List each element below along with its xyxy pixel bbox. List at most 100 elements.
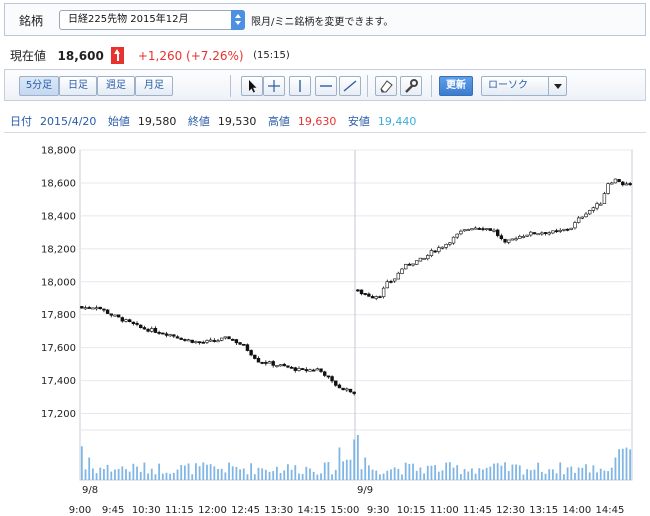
eraser-icon[interactable] [375, 76, 397, 96]
volume-bar [393, 467, 396, 480]
y-axis-labels: 17,200 17,400 17,600 17,800 18,000 18,200 18,4… [41, 146, 76, 421]
volume-bar [228, 462, 230, 480]
volume-bar [375, 470, 378, 480]
candle-body [341, 387, 345, 391]
candle-body [418, 257, 423, 262]
candle-body [367, 293, 371, 297]
up-arrow-icon [111, 47, 125, 64]
candle-body [172, 334, 176, 337]
volume-bar [176, 469, 179, 480]
candle-body [551, 230, 555, 234]
volume-bar [139, 471, 142, 480]
candle-body [223, 336, 228, 339]
update-button[interactable]: 更新 [439, 76, 473, 96]
candle-body [624, 183, 629, 186]
volume-bar [279, 472, 282, 480]
candle-body [83, 307, 88, 310]
candle-body [407, 263, 412, 266]
candle-body [451, 236, 456, 244]
volume-bar [121, 466, 124, 480]
candle-body [433, 250, 437, 253]
x-axis-labels: 9:00 9:45 10:30 11:15 12:00 12:45 13:30 14:15 15… [69, 485, 625, 516]
candle-body [565, 228, 570, 231]
volume-bar [426, 465, 429, 480]
volume-bar [371, 469, 374, 480]
chart-type-select[interactable]: ローソク [481, 76, 567, 96]
volume-bar [349, 459, 352, 480]
ohlc-bar: 日付 2015/4/20 始値 19,580 終値 19,530 高値 19,630 安… [10, 113, 424, 129]
vertical-line-icon[interactable] [289, 76, 311, 96]
candle-body [470, 228, 474, 231]
candlestick-chart[interactable]: 17,200 17,400 17,600 17,800 18,000 18,200 18,4… [0, 135, 650, 516]
crosshair-icon[interactable] [263, 76, 285, 96]
volume-bar [474, 473, 477, 480]
candle-body [157, 332, 161, 334]
volume-bar [548, 469, 551, 480]
candle-body [319, 368, 323, 372]
trend-line-icon[interactable] [339, 76, 361, 96]
candle-body [175, 336, 180, 339]
volume-bar [437, 471, 440, 480]
candle-body [267, 361, 272, 364]
y-tick-label: 18,800 [41, 146, 76, 157]
candle-body [326, 375, 331, 378]
chart-grid [79, 149, 633, 481]
volume-bar [463, 469, 466, 480]
candle-body [330, 376, 334, 382]
y-tick-label: 17,200 [41, 409, 76, 420]
x-tick-label: 14:15 [297, 505, 326, 516]
volume-bar [555, 473, 558, 480]
candle-body [374, 296, 378, 299]
period-daily-button[interactable]: 日足 [59, 76, 97, 96]
candle-body [190, 339, 194, 343]
y-tick-label: 18,200 [41, 244, 76, 255]
candle-body [558, 229, 562, 232]
candle-body [315, 368, 320, 371]
volume-bar [150, 468, 153, 480]
volume-bar [504, 462, 506, 480]
period-5min-button[interactable]: 5分足 [19, 76, 59, 96]
volume-bar [607, 471, 609, 480]
candle-body [400, 268, 404, 274]
symbol-select[interactable]: 日経225先物 2015年12月 [59, 10, 245, 30]
volume-bar [522, 474, 525, 480]
volume-bar [544, 473, 547, 480]
volume-bar [206, 464, 208, 480]
volume-bar [91, 468, 94, 480]
volume-bar [217, 469, 219, 480]
cursor-arrow-icon[interactable] [241, 76, 263, 96]
chevron-down-icon[interactable] [548, 77, 566, 95]
candle-body [466, 229, 470, 232]
candle-body [282, 363, 286, 367]
candle-body [127, 319, 132, 323]
y-tick-label: 18,600 [41, 178, 76, 189]
volume-bar [459, 474, 462, 480]
volume-bar [603, 470, 606, 480]
volume-bar [287, 464, 289, 480]
x-tick-label: 9:30 [367, 505, 389, 516]
select-arrows-icon[interactable] [231, 10, 245, 30]
volume-bar [198, 466, 201, 480]
candle-body [462, 229, 467, 232]
candle-body [540, 232, 544, 235]
period-weekly-button[interactable]: 週足 [97, 76, 135, 96]
candle-body [216, 340, 220, 343]
settings-wrench-icon[interactable] [400, 76, 422, 96]
candle-body [105, 309, 110, 314]
volume-bar [618, 449, 621, 480]
x-tick-label: 11:15 [165, 505, 194, 516]
candle-body [584, 213, 588, 218]
candle-body [109, 313, 113, 316]
volume-bar [305, 466, 308, 480]
horizontal-line-icon[interactable] [315, 76, 337, 96]
volume-bar [551, 469, 554, 480]
candle-body [591, 207, 596, 211]
period-monthly-button[interactable]: 月足 [135, 76, 173, 96]
price-time: (15:15) [253, 50, 290, 61]
candle-body [131, 321, 136, 325]
candle-body [514, 238, 518, 241]
candle-body [370, 296, 375, 299]
candle-body [587, 210, 592, 215]
candle-body [219, 337, 224, 341]
candle-body [286, 365, 290, 368]
